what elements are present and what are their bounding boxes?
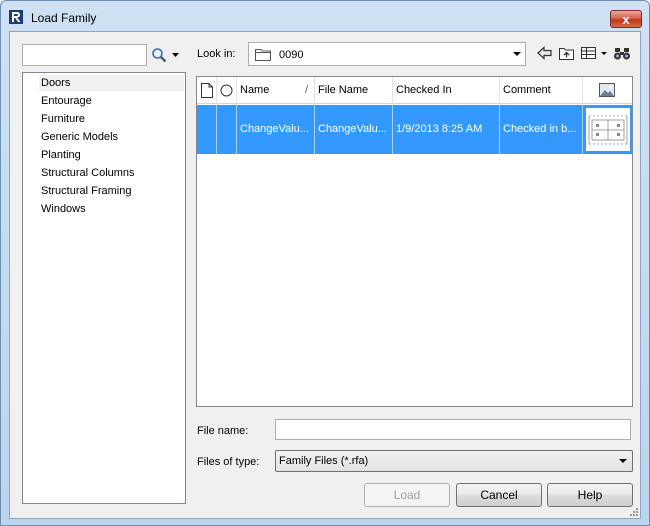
cancel-button[interactable]: Cancel [456,483,542,507]
family-preview-thumbnail [586,108,630,151]
chevron-down-icon [513,52,521,56]
window-title: Load Family [31,11,97,25]
document-icon [201,83,213,98]
row-status-cell [217,105,237,154]
column-header-preview[interactable] [583,77,632,104]
revit-app-icon [9,10,23,24]
files-of-type-value: Family Files (*.rfa) [279,455,369,467]
views-menu-icon[interactable] [580,45,610,61]
image-icon [599,83,615,97]
column-header-checked-in[interactable]: Checked In [393,77,500,104]
column-header-comment[interactable]: Comment [500,77,583,104]
column-header-file-name[interactable]: File Name [315,77,393,104]
category-search-input[interactable] [22,44,147,66]
back-arrow-icon[interactable] [536,45,554,61]
file-name-label: File name: [197,425,249,437]
column-header-file-type[interactable] [197,77,217,104]
close-icon: x [622,11,630,27]
sort-indicator-icon: / [304,84,308,96]
column-header-name[interactable]: Name / [237,77,315,104]
binoculars-icon[interactable] [613,45,633,61]
dialog-body: Doors Entourage Furniture Generic Models… [9,31,641,519]
up-folder-icon[interactable] [558,45,576,61]
files-of-type-dropdown[interactable]: Family Files (*.rfa) [275,450,633,472]
resize-grip-icon[interactable] [628,506,638,516]
row-file-name-cell: ChangeValu... [315,105,393,154]
row-type-cell [197,105,217,154]
row-name-cell: ChangeValu... [237,105,315,154]
row-checked-in-cell: 1/9/2013 8:25 AM [393,105,500,154]
category-item-planting[interactable]: Planting [39,147,184,163]
close-button[interactable]: x [610,10,642,28]
column-header-name-label: Name [240,84,270,96]
category-item-structural-columns[interactable]: Structural Columns [39,165,184,181]
category-item-windows[interactable]: Windows [39,201,184,217]
table-row[interactable]: ChangeValu... ChangeValu... 1/9/2013 8:2… [197,105,632,154]
look-in-label: Look in: [197,48,236,60]
status-circle-icon [220,84,233,97]
category-item-generic-models[interactable]: Generic Models [39,129,184,145]
grid-header: Name / File Name Checked In Comment [197,77,632,104]
column-header-status[interactable] [217,77,237,104]
category-item-furniture[interactable]: Furniture [39,111,184,127]
look-in-dropdown[interactable]: 0090 [248,42,526,66]
file-grid: Name / File Name Checked In Comment Chan… [196,76,633,407]
help-button[interactable]: Help [547,483,633,507]
category-item-structural-framing[interactable]: Structural Framing [39,183,184,199]
category-list: Doors Entourage Furniture Generic Models… [22,72,186,504]
file-name-input[interactable] [275,419,631,440]
files-of-type-label: Files of type: [197,456,260,468]
category-item-entourage[interactable]: Entourage [39,93,184,109]
search-button[interactable] [148,44,186,66]
chevron-down-icon [619,459,627,463]
load-family-dialog: Load Family x Doors Entourage Furniture … [0,0,650,526]
search-icon [152,48,167,63]
title-bar: Load Family x [1,1,649,31]
look-in-value: 0090 [279,49,304,61]
category-item-doors[interactable]: Doors [39,75,184,91]
chevron-down-icon [172,53,179,57]
row-comment-cell: Checked in b... [500,105,583,154]
folder-icon [255,49,271,61]
load-button[interactable]: Load [364,483,450,507]
